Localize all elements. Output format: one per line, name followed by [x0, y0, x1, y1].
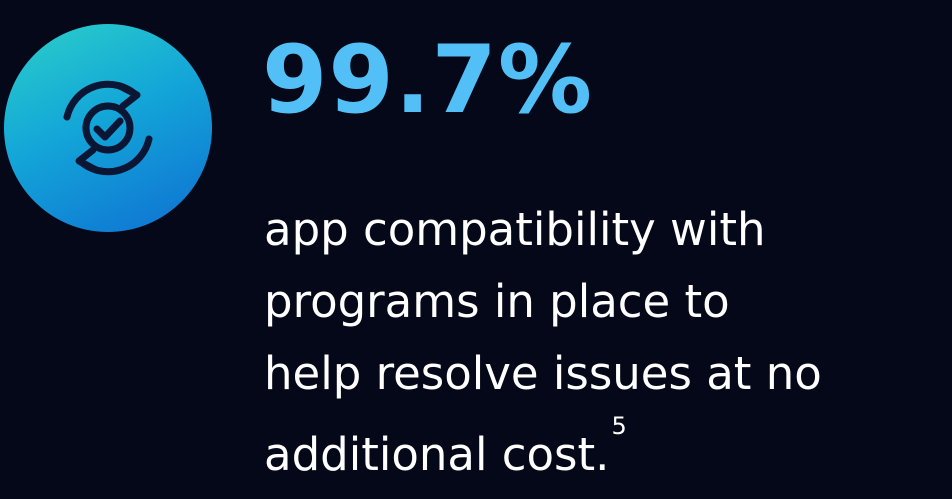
- description-line: help resolve issues at no: [264, 347, 822, 400]
- sync-check-icon: [63, 80, 153, 176]
- description-line: app compatibility with: [264, 203, 766, 256]
- description-line-last: additional cost.5: [264, 410, 952, 491]
- stat-value: 99.7%: [262, 26, 594, 135]
- icon-badge: [4, 24, 212, 232]
- description-line-text: additional cost.: [264, 428, 610, 481]
- stat-description: app compatibility with programs in place…: [264, 194, 952, 491]
- footnote-marker: 5: [611, 412, 627, 440]
- description-line: programs in place to: [264, 275, 730, 328]
- stat-card: 99.7% app compatibility with programs in…: [0, 0, 952, 499]
